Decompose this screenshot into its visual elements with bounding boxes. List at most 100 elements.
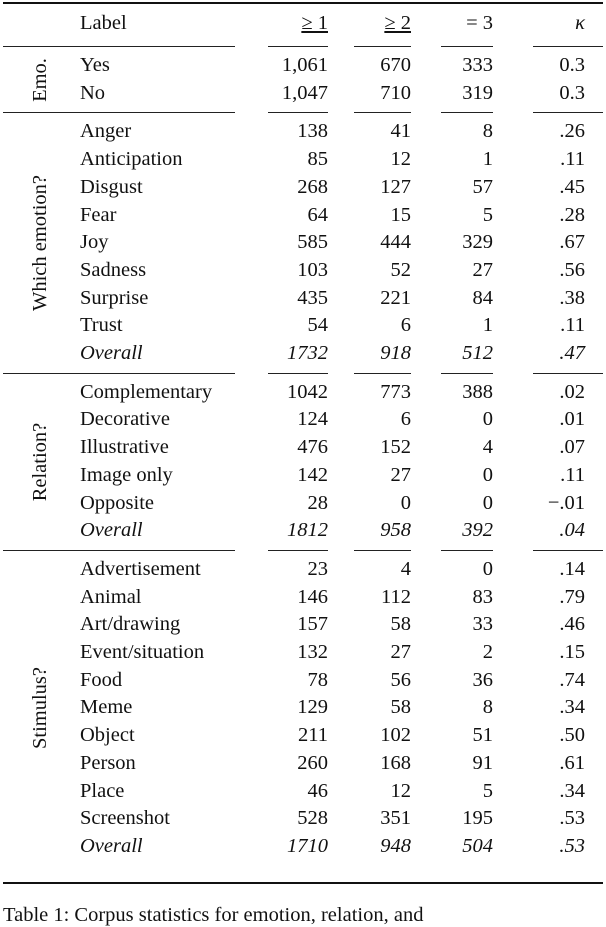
group-label-cell: Which emotion? [3, 118, 78, 367]
cmidrule-segment [268, 112, 328, 114]
count-ge1: 1732 [287, 342, 328, 365]
count-ge2: 112 [381, 585, 411, 608]
table-row: Event/situation 132 27 2 .15 [3, 639, 603, 667]
row-label: Fear [80, 203, 117, 226]
count-ge1: 1812 [287, 519, 328, 542]
cmidrule-segment [533, 112, 603, 114]
group-label: Emo. [28, 57, 51, 102]
kappa-value: .11 [560, 314, 585, 337]
count-ge2: 670 [380, 54, 411, 76]
header-row: Label ≥ 1 ≥ 2 = 3 κ [3, 6, 603, 41]
count-ge1: 124 [297, 408, 328, 431]
row-label: Anticipation [80, 148, 183, 171]
row-label: Animal [80, 585, 142, 608]
count-eq3: 195 [462, 807, 493, 830]
header-label: Label [80, 12, 127, 34]
row-label: Event/situation [80, 641, 205, 664]
count-ge1: 28 [307, 491, 329, 514]
table-row: Opposite 28 0 0 −.01 [3, 490, 603, 518]
count-ge2: 27 [390, 463, 412, 486]
kappa-value: .26 [559, 120, 585, 143]
cmidrule-segment [3, 46, 235, 47]
kappa-value: .47 [559, 342, 585, 365]
cmidrule-segment [3, 372, 235, 374]
cmidrule-segment [3, 112, 235, 114]
count-ge2: 6 [400, 314, 411, 337]
row-label: Overall [80, 519, 143, 542]
count-eq3: 5 [482, 779, 493, 802]
kappa-value: .07 [559, 436, 585, 459]
row-label: Screenshot [80, 807, 170, 830]
count-eq3: 4 [482, 436, 493, 459]
count-ge2: 58 [390, 613, 412, 636]
table-row: Animal 146 112 83 .79 [3, 584, 603, 612]
table-row: Overall 1812 958 392 .04 [3, 517, 603, 545]
cmidrule-row [3, 545, 603, 556]
group-label-cell: Relation? [3, 379, 78, 545]
cmidrule-segment [268, 46, 328, 47]
table-row: Sadness 103 52 27 .56 [3, 257, 603, 285]
table-body: Emo. Yes 1,061 670 333 0.3 No 1,047 710 319 0.3 Whi… [3, 41, 603, 861]
kappa-value: .79 [559, 585, 585, 608]
table-row: Surprise 435 221 84 .38 [3, 285, 603, 313]
row-label: Illustrative [80, 436, 169, 459]
count-eq3: 504 [462, 834, 493, 857]
count-ge1: 132 [297, 641, 328, 664]
count-ge1: 64 [307, 203, 329, 226]
count-eq3: 51 [472, 724, 494, 747]
table-row: Anticipation 85 12 1 .11 [3, 146, 603, 174]
count-ge1: 138 [297, 120, 328, 143]
cmidrule-row [3, 41, 603, 52]
count-ge2: 152 [380, 436, 411, 459]
kappa-value: .28 [559, 203, 585, 226]
table-row: No 1,047 710 319 0.3 [3, 80, 603, 108]
kappa-value: .15 [559, 641, 585, 664]
count-ge1: 103 [297, 258, 328, 281]
count-ge2: 221 [380, 286, 411, 309]
statistics-table: Label ≥ 1 ≥ 2 = 3 κ Emo. Yes 1,061 670 333 0.… [3, 6, 603, 861]
count-ge1: 435 [297, 286, 328, 309]
header-eq3: = 3 [466, 12, 493, 34]
kappa-value: .56 [559, 258, 585, 281]
table-row: Joy 585 444 329 .67 [3, 229, 603, 257]
count-ge2: 948 [380, 834, 411, 857]
table-row: Disgust 268 127 57 .45 [3, 174, 603, 202]
row-label: Object [80, 724, 135, 747]
row-label: Complementary [80, 380, 213, 403]
count-ge2: 958 [380, 519, 411, 542]
table-row: Meme 129 58 8 .34 [3, 694, 603, 722]
group-label-cell: Emo. [3, 52, 78, 107]
count-ge1: 78 [307, 668, 329, 691]
count-ge2: 15 [390, 203, 412, 226]
table-row: Illustrative 476 152 4 .07 [3, 434, 603, 462]
row-label: Overall [80, 342, 143, 365]
count-ge1: 1,061 [281, 54, 328, 76]
count-ge1: 585 [297, 231, 328, 254]
count-ge1: 54 [307, 314, 329, 337]
count-eq3: 329 [462, 231, 493, 254]
count-ge2: 12 [390, 148, 412, 171]
cmidrule-segment [441, 46, 493, 47]
kappa-value: .04 [559, 519, 585, 542]
cmidrule-segment [354, 46, 411, 47]
count-eq3: 84 [472, 286, 494, 309]
table-row: Object 211 102 51 .50 [3, 722, 603, 750]
count-ge1: 142 [297, 463, 328, 486]
count-eq3: 319 [462, 81, 493, 104]
cmidrule-segment [354, 372, 411, 374]
row-label: Joy [80, 231, 109, 254]
cmidrule-segment [268, 372, 328, 374]
kappa-value: −.01 [547, 491, 585, 514]
count-ge1: 1710 [287, 834, 328, 857]
count-eq3: 2 [482, 641, 493, 664]
count-eq3: 0 [482, 491, 493, 514]
count-eq3: 33 [472, 613, 494, 636]
table-row: Which emotion? Anger 138 41 8 .26 [3, 118, 603, 311]
cmidrule-segment [533, 46, 603, 47]
header-ge2: ≥ 2 [384, 12, 411, 34]
kappa-value: 0.3 [559, 54, 585, 76]
group-label-cell: Stimulus? [3, 556, 78, 861]
cmidrule-segment [441, 372, 493, 374]
cmidrule-segment [533, 372, 603, 374]
kappa-value: .38 [559, 286, 585, 309]
